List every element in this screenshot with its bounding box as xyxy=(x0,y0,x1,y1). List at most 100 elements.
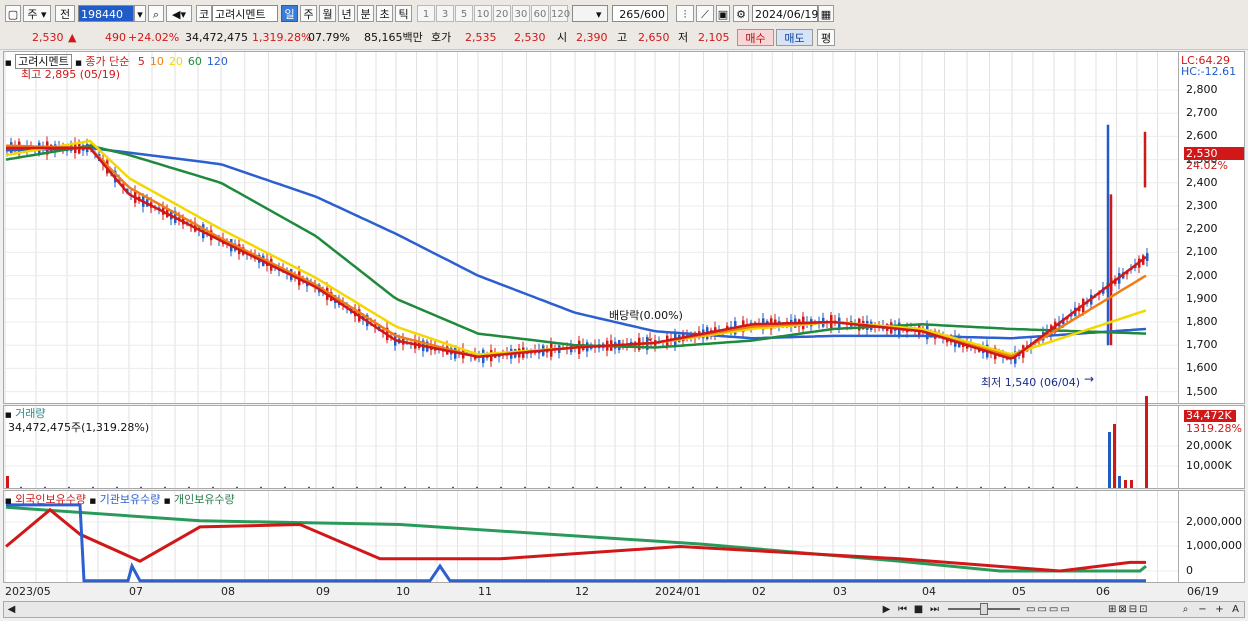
x-axis-label: 07 xyxy=(129,585,143,598)
price-tick: 2,100 xyxy=(1186,245,1218,259)
last-volume-tag: 34,472K xyxy=(1184,410,1236,422)
volume-bar xyxy=(692,486,694,488)
zoom-in-button[interactable]: + xyxy=(1212,601,1227,618)
legend-marker: ■ xyxy=(5,59,12,67)
volume-bar xyxy=(452,486,454,488)
x-axis-label: 08 xyxy=(221,585,235,598)
scroll-right-button[interactable]: ▶ xyxy=(879,601,894,618)
x-axis-label: 05 xyxy=(1012,585,1026,598)
volume-bar xyxy=(980,486,982,488)
legend-marker: ■ xyxy=(89,497,97,505)
volume-bar xyxy=(884,486,886,488)
low-arrow-icon: → xyxy=(1084,372,1095,386)
ma-legend-60: 60 xyxy=(187,55,202,68)
volume-bar xyxy=(1052,486,1054,488)
volume-bar xyxy=(788,486,790,488)
price-tick: 2,400 xyxy=(1186,175,1218,189)
zoom-search-icon[interactable]: ⌕ xyxy=(1178,601,1193,618)
holding-tick: 2,000,000 xyxy=(1186,515,1242,528)
price-tick: 2,300 xyxy=(1186,199,1218,212)
last-pct: 24.02% xyxy=(1186,159,1228,172)
volume-bar xyxy=(476,486,478,488)
price-tick: 1,900 xyxy=(1186,291,1218,305)
scroll-left-button[interactable]: ◀ xyxy=(4,601,19,618)
volume-tick: 10,000K xyxy=(1186,459,1232,472)
holding-tick: 1,000,000 xyxy=(1186,539,1242,552)
x-axis-label: 06 xyxy=(1096,585,1110,598)
x-axis-label: 10 xyxy=(396,585,410,598)
auto-scale-button[interactable]: A xyxy=(1228,601,1243,618)
volume-bar xyxy=(236,486,238,488)
price-tick: 2,000 xyxy=(1186,268,1218,282)
candle-body xyxy=(1146,253,1149,261)
volume-bar xyxy=(1076,486,1078,488)
volume-bar xyxy=(932,486,934,488)
tool-buttons-icon[interactable]: ⊞⊠⊟⊡ xyxy=(1108,601,1178,618)
stop-button[interactable]: ■ xyxy=(911,601,926,618)
volume-bar xyxy=(812,486,814,488)
zoom-slider-thumb[interactable] xyxy=(980,603,988,615)
volume-bar xyxy=(860,486,862,488)
volume-bar xyxy=(308,486,310,488)
volume-bar xyxy=(116,486,118,488)
volume-bar xyxy=(1004,486,1006,488)
legend-marker: ■ xyxy=(163,497,171,505)
individual-holding-label: 개인보유수량 xyxy=(173,493,235,506)
zoom-out-button[interactable]: − xyxy=(1195,601,1210,618)
hc-value: HC:-12.61 xyxy=(1181,65,1237,78)
volume-bar xyxy=(44,486,46,488)
volume-bar xyxy=(956,486,958,488)
ma-legend-20: 20 xyxy=(168,55,183,68)
high-note: 최고 2,895 (05/19) xyxy=(21,68,121,81)
volume-bar xyxy=(524,486,526,488)
volume-bar xyxy=(1130,480,1133,488)
volume-bar xyxy=(188,486,190,488)
volume-bar xyxy=(1118,476,1121,488)
x-axis-label: 11 xyxy=(478,585,492,598)
volume-bar xyxy=(764,486,766,488)
view-buttons-icon[interactable]: ▭▭▭▭ xyxy=(1026,601,1106,618)
holding-legend: ■ 외국인보유수량 ■ 기관보유수량 ■ 개인보유수량 xyxy=(5,491,235,507)
volume-bar xyxy=(1124,480,1127,488)
ma-legend: 5 10 20 60 120 xyxy=(133,55,228,68)
volume-bar xyxy=(572,486,574,488)
ma-legend-5: 5 xyxy=(137,55,145,68)
volume-tick: 20,000K xyxy=(1186,439,1232,452)
x-axis-label: 12 xyxy=(575,585,589,598)
volume-bar xyxy=(356,486,358,488)
volume-bar xyxy=(716,486,718,488)
legend-marker: ■ xyxy=(5,497,12,505)
price-tick: 1,700 xyxy=(1186,338,1218,352)
volume-bar xyxy=(1108,432,1111,488)
x-axis-label: 2024/01 xyxy=(655,585,701,598)
holding-tick: 0 xyxy=(1186,564,1193,577)
volume-bar xyxy=(1028,486,1030,488)
volume-bar xyxy=(668,486,670,488)
volume-bar xyxy=(20,486,22,488)
volume-bar xyxy=(620,486,622,488)
x-axis-end-label: 06/19 xyxy=(1187,585,1219,598)
scroll-first-button[interactable]: ⏮ xyxy=(895,601,910,618)
dividend-arrow-icon: ↓ xyxy=(645,330,656,344)
volume-bar xyxy=(164,486,166,488)
volume-bar xyxy=(212,486,214,488)
volume-bar xyxy=(548,486,550,488)
volume-bar xyxy=(68,486,70,488)
volume-bar xyxy=(500,486,502,488)
scroll-last-button[interactable]: ⏭ xyxy=(927,601,942,618)
volume-bar xyxy=(1145,396,1148,488)
x-axis-label: 09 xyxy=(316,585,330,598)
volume-bar xyxy=(1113,424,1116,488)
volume-bar xyxy=(596,486,598,488)
volume-bar xyxy=(260,486,262,488)
price-tick: 1,500 xyxy=(1186,384,1218,398)
institution-holding-label: 기관보유수량 xyxy=(99,493,161,506)
ma-line-60 xyxy=(5,144,1147,349)
volume-bar xyxy=(740,486,742,488)
price-tick: 2,800 xyxy=(1186,83,1218,96)
legend-marker: ■ xyxy=(5,411,12,419)
price-tick: 2,200 xyxy=(1186,222,1218,236)
volume-bar xyxy=(6,476,9,488)
volume-bar xyxy=(404,486,406,488)
dividend-note: 배당락(0.00%) xyxy=(609,309,683,322)
